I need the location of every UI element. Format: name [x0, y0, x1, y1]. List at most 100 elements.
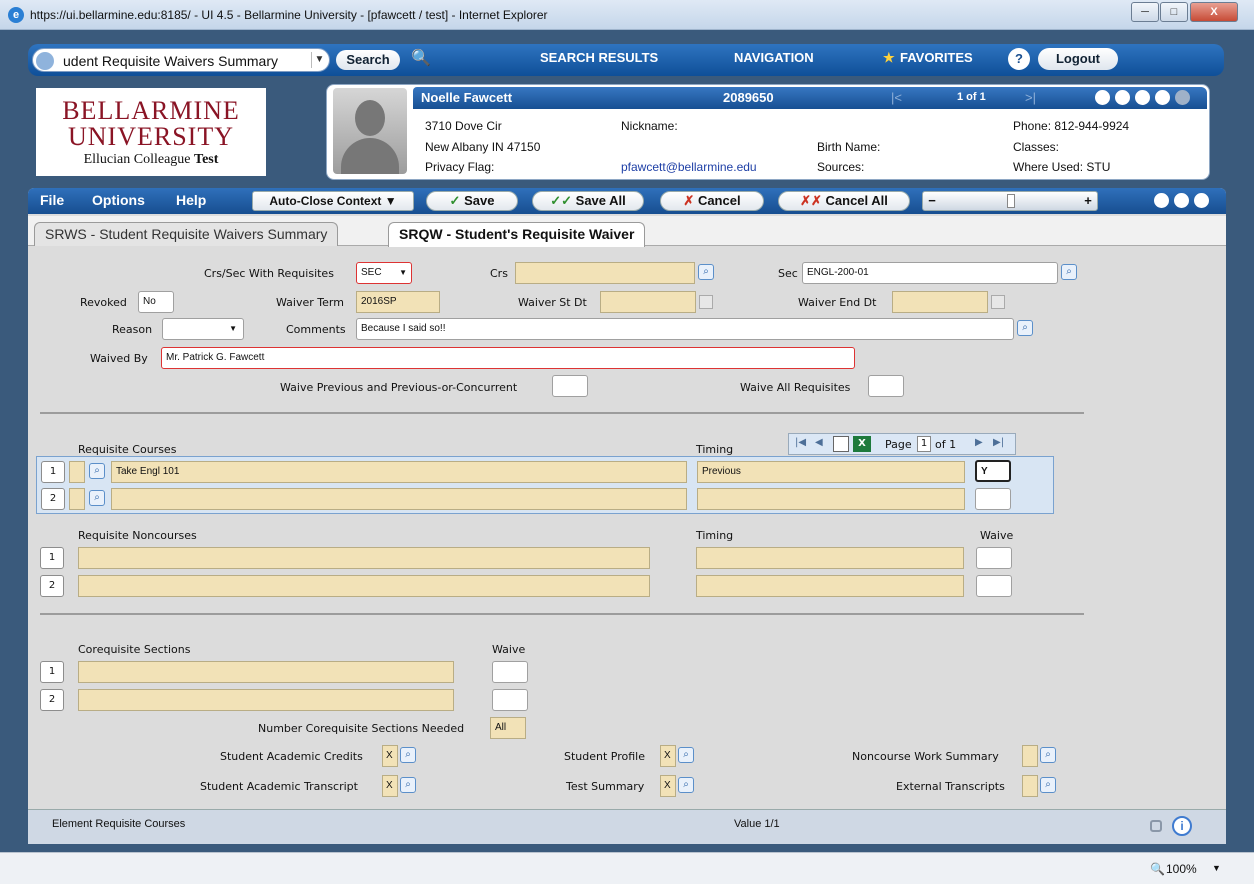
tab-srqw[interactable]: SRQW - Student's Requisite Waiver [388, 222, 646, 247]
waive-all-field[interactable] [868, 375, 904, 397]
save-all-button[interactable]: ✓✓ Save All [532, 191, 644, 211]
minimize-button[interactable]: ─ [1131, 2, 1159, 22]
search-results-link[interactable]: SEARCH RESULTS [540, 50, 658, 65]
next-page-icon[interactable]: ▶ [975, 437, 983, 448]
lookup-icon[interactable]: ⌕ [678, 747, 694, 763]
req-course-waive[interactable] [975, 488, 1011, 510]
req-course-field[interactable] [111, 488, 687, 510]
last-page-icon[interactable]: ▶| [993, 437, 1004, 448]
pin-icon[interactable] [1095, 90, 1110, 105]
magnifier-plus-icon[interactable]: 🔍 [410, 48, 432, 70]
maximize-button[interactable]: □ [1160, 2, 1188, 22]
cancel-button[interactable]: ✗ Cancel [660, 191, 764, 211]
favorites-link[interactable]: FAVORITES [900, 50, 973, 65]
reason-select[interactable]: ▼ [162, 318, 244, 340]
req-noncourse-waive[interactable] [976, 575, 1012, 597]
revoked-field[interactable]: No [138, 291, 174, 313]
waiver-start-date-field[interactable] [600, 291, 696, 313]
coreq-needed-field[interactable]: All [490, 717, 526, 739]
req-course-timing[interactable]: Previous [697, 461, 965, 483]
auto-close-context-select[interactable]: Auto-Close Context ▼ [252, 191, 414, 211]
crs-field[interactable] [515, 262, 695, 284]
chevron-down-icon[interactable]: ▼ [1212, 863, 1221, 873]
req-noncourse-waive[interactable] [976, 547, 1012, 569]
waived-by-field[interactable]: Mr. Patrick G. Fawcett [161, 347, 855, 369]
row-number[interactable]: 2 [41, 488, 65, 510]
lookup-icon[interactable]: ⌕ [1040, 777, 1056, 793]
test-summary-field[interactable]: X [660, 775, 676, 797]
row-number[interactable]: 1 [40, 547, 64, 569]
student-academic-transcript-field[interactable]: X [382, 775, 398, 797]
help-icon[interactable]: ? [1008, 48, 1030, 70]
favorite-icon[interactable] [1115, 90, 1130, 105]
row-number[interactable]: 1 [41, 461, 65, 483]
row-selector[interactable] [69, 488, 85, 510]
close-icon[interactable] [1175, 90, 1190, 105]
chevron-down-icon[interactable]: ▼ [311, 52, 327, 68]
comments-field[interactable]: Because I said so!! [356, 318, 1014, 340]
pager-page-input[interactable]: 1 [917, 436, 931, 452]
external-transcripts-field[interactable] [1022, 775, 1038, 797]
noncourse-work-summary-field[interactable] [1022, 745, 1038, 767]
slider-thumb[interactable] [1007, 194, 1015, 208]
info-icon[interactable]: i [1172, 816, 1192, 836]
tab-srws[interactable]: SRWS - Student Requisite Waivers Summary [34, 222, 339, 246]
student-academic-credits-field[interactable]: X [382, 745, 398, 767]
waiver-end-date-field[interactable] [892, 291, 988, 313]
search-combo-box[interactable]: udent Requisite Waivers Summary ▼ [32, 48, 330, 72]
calendar-icon[interactable] [699, 295, 713, 309]
req-noncourse-field[interactable] [78, 575, 650, 597]
req-noncourse-timing[interactable] [696, 575, 964, 597]
coreq-field[interactable] [78, 661, 454, 683]
help-icon[interactable] [1155, 90, 1170, 105]
plus-icon[interactable]: + [1081, 192, 1095, 210]
refresh-icon[interactable] [1135, 90, 1150, 105]
cancel-all-button[interactable]: ✗✗ Cancel All [778, 191, 910, 211]
print-icon[interactable] [1154, 193, 1169, 208]
menu-options[interactable]: Options [92, 192, 145, 208]
student-profile-field[interactable]: X [660, 745, 676, 767]
req-course-field[interactable]: Take Engl 101 [111, 461, 687, 483]
coreq-waive[interactable] [492, 689, 528, 711]
coreq-waive[interactable] [492, 661, 528, 683]
email-link[interactable]: pfawcett@bellarmine.edu [621, 160, 757, 174]
lookup-icon[interactable]: ⌕ [1061, 264, 1077, 280]
grid-view-icon[interactable] [833, 436, 849, 452]
lookup-icon[interactable]: ⌕ [1040, 747, 1056, 763]
calendar-icon[interactable] [991, 295, 1005, 309]
window-close-button[interactable]: X [1190, 2, 1238, 22]
favorite-icon[interactable] [1174, 193, 1189, 208]
lookup-icon[interactable]: ⌕ [400, 777, 416, 793]
first-page-icon[interactable]: |◀ [795, 437, 806, 448]
req-course-waive[interactable]: Y [975, 460, 1011, 482]
coreq-field[interactable] [78, 689, 454, 711]
lookup-icon[interactable]: ⌕ [89, 490, 105, 506]
lookup-icon[interactable]: ⌕ [400, 747, 416, 763]
minus-icon[interactable]: − [925, 192, 939, 210]
menu-help[interactable]: Help [176, 192, 206, 208]
navigation-link[interactable]: NAVIGATION [734, 50, 814, 65]
logout-button[interactable]: Logout [1038, 48, 1118, 70]
nav-last-button[interactable]: >| [1025, 90, 1036, 105]
zoom-level[interactable]: 100% [1166, 862, 1197, 876]
row-number[interactable]: 2 [40, 689, 64, 711]
search-button[interactable]: Search [336, 50, 400, 70]
row-number[interactable]: 2 [40, 575, 64, 597]
excel-export-icon[interactable]: X [853, 436, 871, 452]
req-noncourse-timing[interactable] [696, 547, 964, 569]
help-icon[interactable] [1194, 193, 1209, 208]
crs-sec-select[interactable]: SEC ▼ [356, 262, 412, 284]
prev-page-icon[interactable]: ◀ [815, 437, 823, 448]
nav-first-button[interactable]: |< [891, 90, 902, 105]
row-number[interactable]: 1 [40, 661, 64, 683]
lookup-icon[interactable]: ⌕ [89, 463, 105, 479]
save-button[interactable]: ✓ Save [426, 191, 518, 211]
req-noncourse-field[interactable] [78, 547, 650, 569]
req-course-timing[interactable] [697, 488, 965, 510]
lookup-icon[interactable]: ⌕ [698, 264, 714, 280]
menu-file[interactable]: File [40, 192, 64, 208]
sec-field[interactable]: ENGL-200-01 [802, 262, 1058, 284]
lookup-icon[interactable]: ⌕ [678, 777, 694, 793]
waiver-term-field[interactable]: 2016SP [356, 291, 440, 313]
row-selector[interactable] [69, 461, 85, 483]
